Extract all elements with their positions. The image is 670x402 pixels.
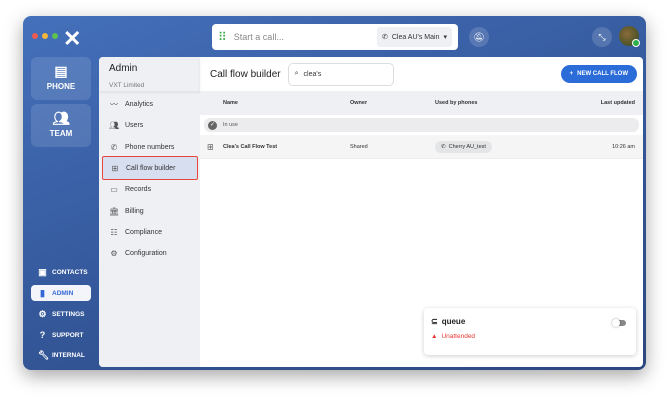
chat-icon: ▤ <box>54 63 68 79</box>
table-row[interactable]: ⊞ Clea's Call Flow Test Shared ✆ Cherry A… <box>200 135 643 159</box>
team-button[interactable]: 👥︎ TEAM <box>31 104 91 147</box>
app-window: ✕ ⠿ Start a call... ✆ Clea AU's Main ▾ 🔕︎ … <box>23 16 646 370</box>
org-name: VXT Limited <box>109 82 145 89</box>
flow-icon: ⊞ <box>111 163 119 173</box>
col-used-by-phones[interactable]: Used by phones <box>435 100 477 106</box>
group-in-use[interactable]: ✓ In use <box>204 118 639 132</box>
plus-icon: + <box>569 71 574 77</box>
sidebar-item-compliance[interactable]: ☷ Compliance <box>102 222 198 242</box>
wrench-icon: 🔧︎ <box>38 349 50 360</box>
help-icon: ? <box>39 330 46 340</box>
nav-settings[interactable]: ⚙ SETTINGS <box>31 306 91 322</box>
sidebar-item-phone-numbers[interactable]: ✆ Phone numbers <box>102 137 198 157</box>
page-title: Call flow builder <box>210 68 281 80</box>
collapse-icon[interactable]: ⤡ <box>592 27 612 47</box>
bar-chart-icon: ▮ <box>40 287 45 298</box>
dialpad-icon[interactable]: ⠿ <box>218 30 227 44</box>
nav-contacts[interactable]: ▣ CONTACTS <box>31 264 91 280</box>
notifications-off-icon[interactable]: 🔕︎ <box>469 27 489 47</box>
vxt-logo: ✕ <box>63 26 82 51</box>
admin-sidebar: Admin VXT Limited 〰 Analytics 👥︎ Users ✆ Pho… <box>99 57 200 367</box>
queue-icon: ⊆ <box>431 317 438 326</box>
sidebar-item-billing[interactable]: 🏛︎ Billing <box>102 201 198 221</box>
admin-title: Admin <box>109 63 138 74</box>
phone-icon: ✆ <box>441 143 446 150</box>
avatar[interactable] <box>619 26 640 47</box>
queue-card: ⊆ queue ▲ Unattended <box>424 308 636 355</box>
queue-toggle[interactable] <box>612 318 626 327</box>
nav-internal[interactable]: 🔧︎ INTERNAL <box>31 347 91 363</box>
content-panel: Admin VXT Limited 〰 Analytics 👥︎ Users ✆ Pho… <box>99 57 643 367</box>
start-call-input[interactable]: Start a call... <box>234 32 377 42</box>
contacts-icon: ▣ <box>38 266 47 277</box>
analytics-icon: 〰 <box>110 99 118 109</box>
gear-icon: ⚙ <box>110 248 118 258</box>
bank-icon: 🏛︎ <box>109 206 120 216</box>
people-icon: 👥︎ <box>52 110 70 126</box>
nav-admin[interactable]: ▮ ADMIN <box>31 285 91 301</box>
new-call-flow-button[interactable]: + NEW CALL FLOW <box>560 65 637 83</box>
checklist-icon: ☷ <box>110 227 118 237</box>
sidebar-item-users[interactable]: 👥︎ Users <box>102 115 198 135</box>
table-header: Name Owner Used by phones Last updated <box>200 91 643 115</box>
window-controls[interactable] <box>32 33 58 39</box>
call-bar: ⠿ Start a call... ✆ Clea AU's Main ▾ <box>212 24 458 50</box>
flow-icon: ⊞ <box>207 142 214 151</box>
phone-icon: ✆ <box>110 142 118 152</box>
warning-icon: ▲ <box>431 333 438 340</box>
sidebar-item-configuration[interactable]: ⚙ Configuration <box>102 243 198 263</box>
online-status <box>632 39 640 47</box>
phone-button[interactable]: ▤ PHONE <box>31 57 91 100</box>
phone-icon: ✆ <box>381 34 388 41</box>
check-circle-icon: ✓ <box>208 120 217 130</box>
search-icon: ⌕ <box>294 70 299 77</box>
sidebar-item-call-flow-builder[interactable]: ⊞ Call flow builder <box>102 156 198 180</box>
nav-support[interactable]: ? SUPPORT <box>31 327 91 343</box>
col-last-updated[interactable]: Last updated <box>601 100 635 106</box>
sidebar-item-analytics[interactable]: 〰 Analytics <box>102 94 198 114</box>
search-input[interactable]: ⌕ clea's <box>287 62 394 86</box>
col-name[interactable]: Name <box>223 100 238 106</box>
sidebar-item-records[interactable]: ▭ Records <box>102 179 198 199</box>
col-owner[interactable]: Owner <box>350 100 367 106</box>
folder-icon: ▭ <box>110 184 118 194</box>
chevron-down-icon: ▾ <box>443 34 447 41</box>
line-selector[interactable]: ✆ Clea AU's Main ▾ <box>376 27 452 47</box>
users-icon: 👥︎ <box>109 120 120 130</box>
gear-icon: ⚙ <box>38 308 47 319</box>
phone-chip[interactable]: ✆ Cherry AU_test <box>435 140 492 153</box>
